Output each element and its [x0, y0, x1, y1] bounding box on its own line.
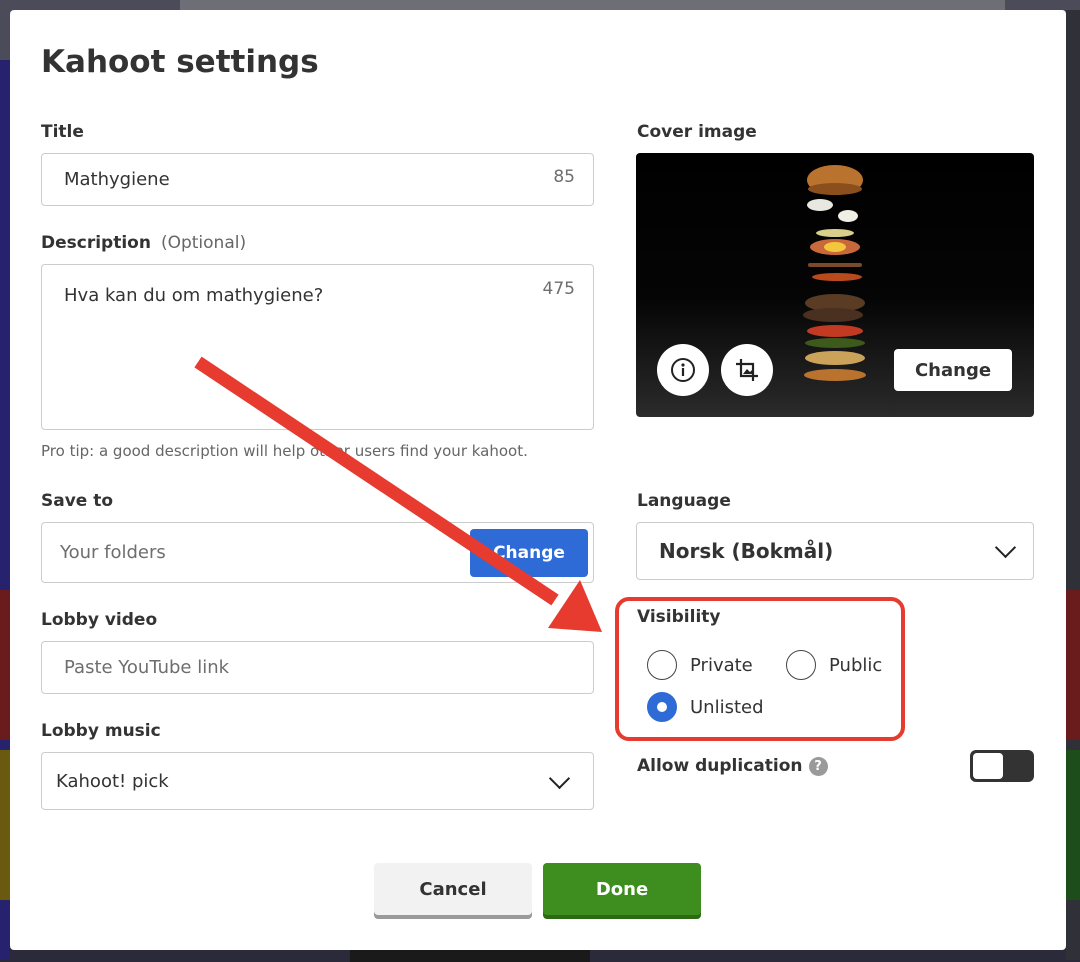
- cover-image-info-button[interactable]: [657, 344, 709, 396]
- title-char-counter: 85: [553, 167, 575, 187]
- lobby-music-label: Lobby music: [41, 721, 161, 741]
- description-char-counter: 475: [542, 279, 575, 299]
- chevron-down-icon: [548, 767, 571, 790]
- chevron-down-icon: [994, 536, 1017, 559]
- description-pro-tip: Pro tip: a good description will help ot…: [41, 442, 528, 460]
- language-selected-value: Norsk (Bokmål): [659, 539, 834, 563]
- toggle-knob: [973, 753, 1003, 779]
- title-input-value[interactable]: Mathygiene: [64, 169, 170, 190]
- cover-image-change-button[interactable]: Change: [894, 349, 1012, 391]
- language-label: Language: [637, 491, 731, 511]
- background-tab: [180, 0, 1005, 10]
- description-textarea-value[interactable]: Hva kan du om mathygiene?: [64, 285, 323, 306]
- kahoot-settings-dialog: Kahoot settings Title Mathygiene 85 Desc…: [10, 10, 1066, 950]
- dialog-title: Kahoot settings: [41, 44, 319, 80]
- lobby-video-placeholder: Paste YouTube link: [64, 657, 230, 678]
- save-to-change-button[interactable]: Change: [470, 529, 588, 577]
- background-bottom-bar: [350, 950, 590, 962]
- save-to-placeholder: Your folders: [60, 542, 166, 563]
- cover-image-crop-button[interactable]: [721, 344, 773, 396]
- background-answer-tile: [1066, 750, 1080, 900]
- help-icon[interactable]: ?: [808, 756, 828, 776]
- cover-image-label: Cover image: [637, 122, 757, 142]
- visibility-highlight-box: [615, 597, 905, 741]
- allow-duplication-text: Allow duplication: [637, 756, 803, 776]
- save-to-label: Save to: [41, 491, 114, 511]
- description-textarea[interactable]: Hva kan du om mathygiene? 475: [41, 264, 594, 430]
- lobby-video-label: Lobby video: [41, 610, 158, 630]
- allow-duplication-label: Allow duplication?: [637, 756, 828, 776]
- description-label-text: Description: [41, 233, 151, 253]
- done-button[interactable]: Done: [543, 863, 701, 915]
- background-answer-tile: [0, 750, 10, 900]
- title-label: Title: [41, 122, 84, 142]
- background-answer-tile: [0, 590, 10, 740]
- background-answer-tile: [1066, 590, 1080, 740]
- cancel-button[interactable]: Cancel: [374, 863, 532, 915]
- lobby-video-input[interactable]: Paste YouTube link: [41, 641, 594, 694]
- lobby-music-select[interactable]: Kahoot! pick: [41, 752, 594, 810]
- crop-image-icon: [736, 359, 758, 381]
- description-optional-hint: (Optional): [160, 233, 247, 253]
- save-to-field[interactable]: Your folders Change: [41, 522, 594, 583]
- info-icon: [671, 358, 695, 382]
- cover-image: Change: [636, 153, 1034, 417]
- title-input[interactable]: Mathygiene 85: [41, 153, 594, 206]
- lobby-music-selected-value: Kahoot! pick: [56, 771, 169, 792]
- allow-duplication-toggle[interactable]: [970, 750, 1034, 782]
- language-select[interactable]: Norsk (Bokmål): [636, 522, 1034, 580]
- description-label: Description (Optional): [41, 233, 246, 253]
